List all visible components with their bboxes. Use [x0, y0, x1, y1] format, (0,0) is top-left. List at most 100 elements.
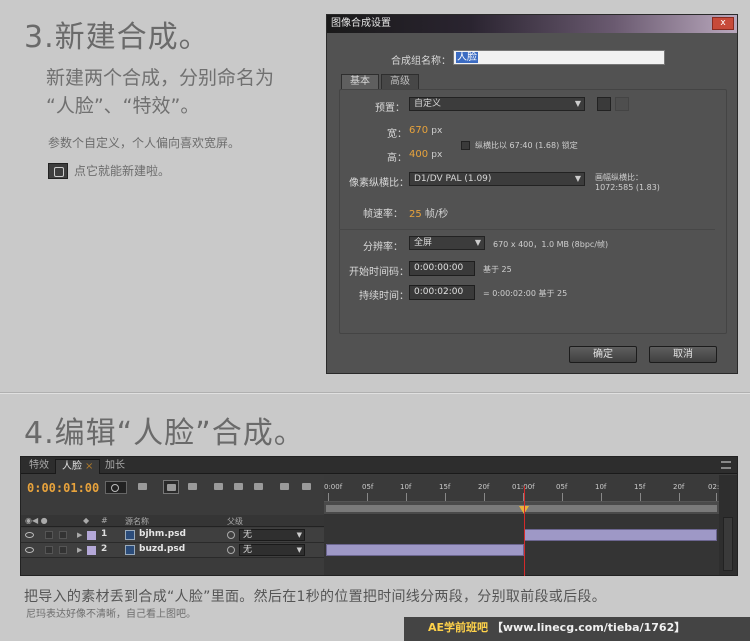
height-label: 高： [387, 153, 407, 164]
layer-bar-1[interactable] [524, 529, 717, 541]
solo-toggle[interactable] [45, 531, 53, 539]
ruler-label: 10f [400, 483, 412, 491]
frame-rate-label: 帧速率： [363, 209, 403, 220]
layer-row[interactable]: ▶ 1 bjhm.psd 无 ▼ [21, 528, 324, 543]
timeline-tabbar: 特效 人脸 × 加长 [21, 457, 737, 474]
parent-value: 无 [243, 530, 253, 540]
parent-pickwhip-icon[interactable] [227, 546, 235, 554]
layer-name[interactable]: buzd.psd [139, 544, 185, 554]
preset-select[interactable]: 自定义 ▼ [409, 97, 585, 111]
delete-icon[interactable] [615, 97, 629, 111]
current-time-indicator[interactable] [524, 486, 525, 576]
section3-title: 3.新建合成。 [24, 20, 210, 55]
tab-extend[interactable]: 加长 [99, 459, 131, 474]
col-number: # [101, 516, 108, 525]
section3-note: 参数个自定义，个人偏向喜欢宽屏。 [48, 136, 241, 150]
col-source-name[interactable]: 源名称 [125, 516, 149, 527]
ruler-label: 05f [556, 483, 568, 491]
duration-input[interactable]: 0:00:02:00 [409, 285, 475, 300]
layer-column-headers: ◉◀ ● ◆ # 源名称 父级 [21, 515, 324, 527]
start-timecode-label: 开始时间码： [349, 267, 409, 278]
close-icon[interactable]: × [85, 461, 93, 472]
layer-number: 2 [101, 544, 108, 554]
current-timecode[interactable]: 0:00:01:00 [27, 481, 99, 495]
ruler-tick [445, 493, 446, 501]
pixel-aspect-select[interactable]: D1/DV PAL (1.09) ▼ [409, 172, 585, 186]
tab-face-label: 人脸 [62, 461, 82, 472]
section3-hint: 点它就能新建啦。 [48, 162, 170, 179]
dialog-titlebar: 图像合成设置 x [327, 15, 737, 33]
width-value: 670 [409, 125, 429, 136]
label-color[interactable] [87, 531, 96, 540]
motion-blur-icon[interactable] [251, 480, 267, 494]
graph-editor-icon[interactable] [277, 480, 293, 494]
height-value: 400 [409, 149, 429, 160]
frame-rate-field[interactable]: 25 帧/秒 [409, 205, 448, 220]
new-composition-icon [48, 162, 68, 179]
lock-toggle[interactable] [59, 546, 67, 554]
tab-advanced[interactable]: 高级 [381, 74, 419, 89]
ruler-tick [484, 493, 485, 501]
layer-name[interactable]: bjhm.psd [139, 529, 186, 539]
layer-row[interactable]: ▶ 2 buzd.psd 无 ▼ [21, 543, 324, 558]
solo-toggle[interactable] [45, 546, 53, 554]
composition-settings-dialog: 图像合成设置 x 合成组名称： 人脸 基本 高级 预置： 自定义 ▼ 宽： 670… [326, 14, 738, 374]
resolution-info: 670 x 400，1.0 MB (8bpc/帧) [493, 240, 609, 249]
work-area-bar[interactable] [324, 501, 719, 515]
chevron-down-icon: ▼ [296, 546, 302, 554]
save-preset-icon[interactable] [597, 97, 611, 111]
menu-icon[interactable] [721, 461, 731, 469]
preset-value: 自定义 [414, 99, 442, 109]
ruler-label: 20f [478, 483, 490, 491]
footer-brand: AE学前班吧 [428, 621, 489, 634]
height-field[interactable]: 400 px [409, 149, 442, 160]
av-features-icon: ◉◀ ● [25, 516, 48, 525]
time-ruler[interactable]: 0:00f 05f 10f 15f 20f 01:00f 05f 10f 15f… [324, 475, 724, 501]
label-color[interactable] [87, 546, 96, 555]
section3-lead-line2: “人脸”、“特效”。 [46, 95, 200, 117]
parent-pickwhip-icon[interactable] [227, 531, 235, 539]
section3-lead: 新建两个合成，分别命名为 “人脸”、“特效”。 [46, 64, 274, 120]
col-parent[interactable]: 父级 [227, 516, 243, 527]
ruler-label: 15f [439, 483, 451, 491]
lock-toggle[interactable] [59, 531, 67, 539]
ok-button[interactable]: 确定 [569, 346, 637, 363]
start-timecode-base: 基于 25 [483, 265, 512, 274]
draft-3d-icon[interactable] [185, 480, 201, 494]
timeline-panel: 特效 人脸 × 加长 0:00:01:00 ◉◀ ● ◆ # 源名称 父级 ▶ 1… [20, 456, 738, 576]
ruler-tick [679, 493, 680, 501]
search-icon[interactable] [105, 481, 127, 494]
chevron-right-icon[interactable]: ▶ [77, 531, 82, 539]
footer-url[interactable]: 【www.linecg.com/tieba/1762】 [492, 621, 685, 634]
parent-select[interactable]: 无 ▼ [239, 529, 305, 541]
resolution-select[interactable]: 全屏 ▼ [409, 236, 485, 250]
cancel-button[interactable]: 取消 [649, 346, 717, 363]
chevron-down-icon: ▼ [474, 238, 481, 247]
hide-shy-layers-icon[interactable] [211, 480, 227, 494]
tab-effects[interactable]: 特效 [23, 459, 55, 474]
tab-face[interactable]: 人脸 × [55, 459, 101, 474]
eye-icon[interactable] [25, 547, 34, 553]
comp-mini-flowchart-icon[interactable] [135, 480, 151, 494]
psd-file-icon [125, 545, 135, 555]
frame-rate-value: 25 [409, 209, 422, 220]
tab-basic[interactable]: 基本 [341, 74, 379, 89]
layer-tracks [324, 515, 719, 575]
resolution-value: 全屏 [414, 238, 433, 248]
layer-bar-2[interactable] [326, 544, 524, 556]
label-icon: ◆ [83, 516, 90, 525]
close-button[interactable]: x [712, 17, 734, 30]
live-update-icon[interactable] [163, 480, 179, 494]
chevron-right-icon[interactable]: ▶ [77, 546, 82, 554]
frame-blending-icon[interactable] [231, 480, 247, 494]
lock-aspect-checkbox[interactable] [461, 141, 470, 150]
brainstorm-icon[interactable] [299, 480, 315, 494]
width-field[interactable]: 670 px [409, 125, 442, 136]
vertical-scrollbar[interactable] [723, 517, 733, 571]
ruler-tick [328, 493, 329, 501]
eye-icon[interactable] [25, 532, 34, 538]
comp-name-input[interactable]: 人脸 [453, 50, 665, 65]
start-timecode-input[interactable]: 0:00:00:00 [409, 261, 475, 276]
parent-select[interactable]: 无 ▼ [239, 544, 305, 556]
lock-aspect-label: 纵横比以 67:40 (1.68) 锁定 [475, 141, 578, 150]
